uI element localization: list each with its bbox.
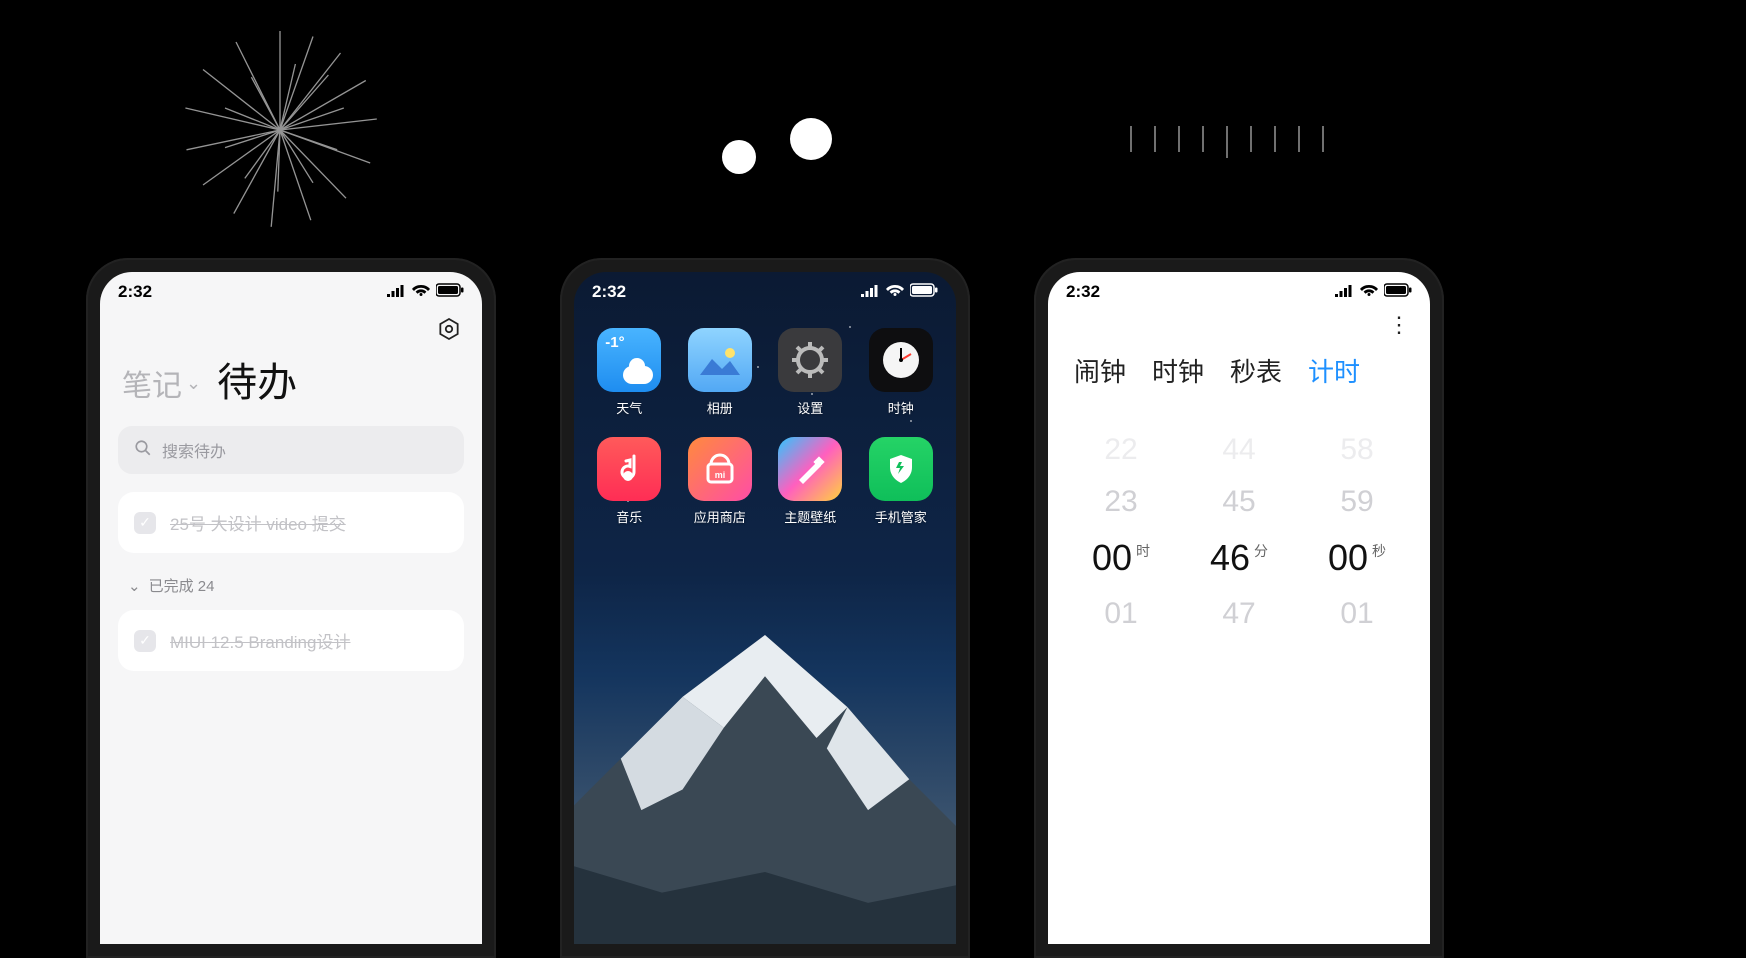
chevron-down-icon: ⌄ — [186, 373, 201, 394]
phone-clock: 2:32 ⋮ 闹钟 时钟 秒表 计时 22 23 00时 01 44 — [1034, 258, 1444, 958]
search-icon — [134, 439, 152, 462]
completed-section-toggle[interactable]: ⌄ 已完成 24 — [100, 569, 482, 610]
tab-clock[interactable]: 时钟 — [1152, 352, 1204, 389]
checkbox-icon[interactable]: ✓ — [134, 512, 156, 534]
theme-icon — [778, 437, 842, 501]
gear-icon — [778, 328, 842, 392]
app-gallery[interactable]: 相册 — [679, 328, 762, 417]
tab-notes[interactable]: 笔记⌄ — [122, 361, 201, 405]
app-music[interactable]: 音乐 — [588, 437, 671, 526]
app-security[interactable]: 手机管家 — [860, 437, 943, 526]
svg-text:mi: mi — [714, 470, 725, 480]
settings-icon[interactable] — [434, 314, 464, 344]
app-store[interactable]: mi 应用商店 — [679, 437, 762, 526]
todo-text: MIUI 12.5 Branding设计 — [170, 628, 350, 653]
battery-icon — [436, 282, 464, 302]
app-settings[interactable]: 设置 — [769, 328, 852, 417]
search-placeholder: 搜索待办 — [162, 438, 226, 462]
tab-timer[interactable]: 计时 — [1308, 352, 1360, 389]
picker-hours[interactable]: 22 23 00时 01 — [1062, 433, 1180, 631]
status-time: 2:32 — [1066, 282, 1100, 302]
gallery-icon — [688, 328, 752, 392]
phone-home: 2:32 -1° 天气 相册 设置 时钟 — [560, 258, 970, 958]
tab-stopwatch[interactable]: 秒表 — [1230, 352, 1282, 389]
app-clock[interactable]: 时钟 — [860, 328, 943, 417]
picker-seconds[interactable]: 58 59 00秒 01 — [1298, 433, 1416, 631]
wallpaper-mountain — [574, 635, 956, 944]
phone-notes: 2:32 笔记⌄ 待办 搜索待办 ✓ 25号 大设计 video 提交 — [86, 258, 496, 958]
tab-todo[interactable]: 待办 — [217, 350, 297, 408]
signal-icon — [386, 282, 406, 302]
todo-item[interactable]: ✓ 25号 大设计 video 提交 — [118, 492, 464, 553]
firework-icon — [170, 20, 390, 240]
countdown-ticks — [1130, 126, 1324, 158]
checkbox-icon[interactable]: ✓ — [134, 630, 156, 652]
weather-icon: -1° — [597, 328, 661, 392]
clock-icon — [869, 328, 933, 392]
signal-icon — [1334, 282, 1354, 302]
app-weather[interactable]: -1° 天气 — [588, 328, 671, 417]
status-bar: 2:32 — [100, 272, 482, 306]
wifi-icon — [1360, 282, 1378, 302]
search-input[interactable]: 搜索待办 — [118, 426, 464, 474]
app-themes[interactable]: 主题壁纸 — [769, 437, 852, 526]
battery-icon — [1384, 282, 1412, 302]
more-icon[interactable]: ⋮ — [1388, 314, 1412, 336]
todo-item[interactable]: ✓ MIUI 12.5 Branding设计 — [118, 610, 464, 671]
store-icon: mi — [688, 437, 752, 501]
status-bar: 2:32 — [1048, 272, 1430, 306]
eye-dot-right — [790, 118, 832, 160]
eye-dot-left — [722, 140, 756, 174]
todo-text: 25号 大设计 video 提交 — [170, 510, 346, 535]
picker-minutes[interactable]: 44 45 46分 47 — [1180, 433, 1298, 631]
wifi-icon — [412, 282, 430, 302]
tab-alarm[interactable]: 闹钟 — [1074, 352, 1126, 389]
shield-icon — [869, 437, 933, 501]
status-time: 2:32 — [118, 282, 152, 302]
music-icon — [597, 437, 661, 501]
chevron-down-icon: ⌄ — [128, 577, 141, 595]
